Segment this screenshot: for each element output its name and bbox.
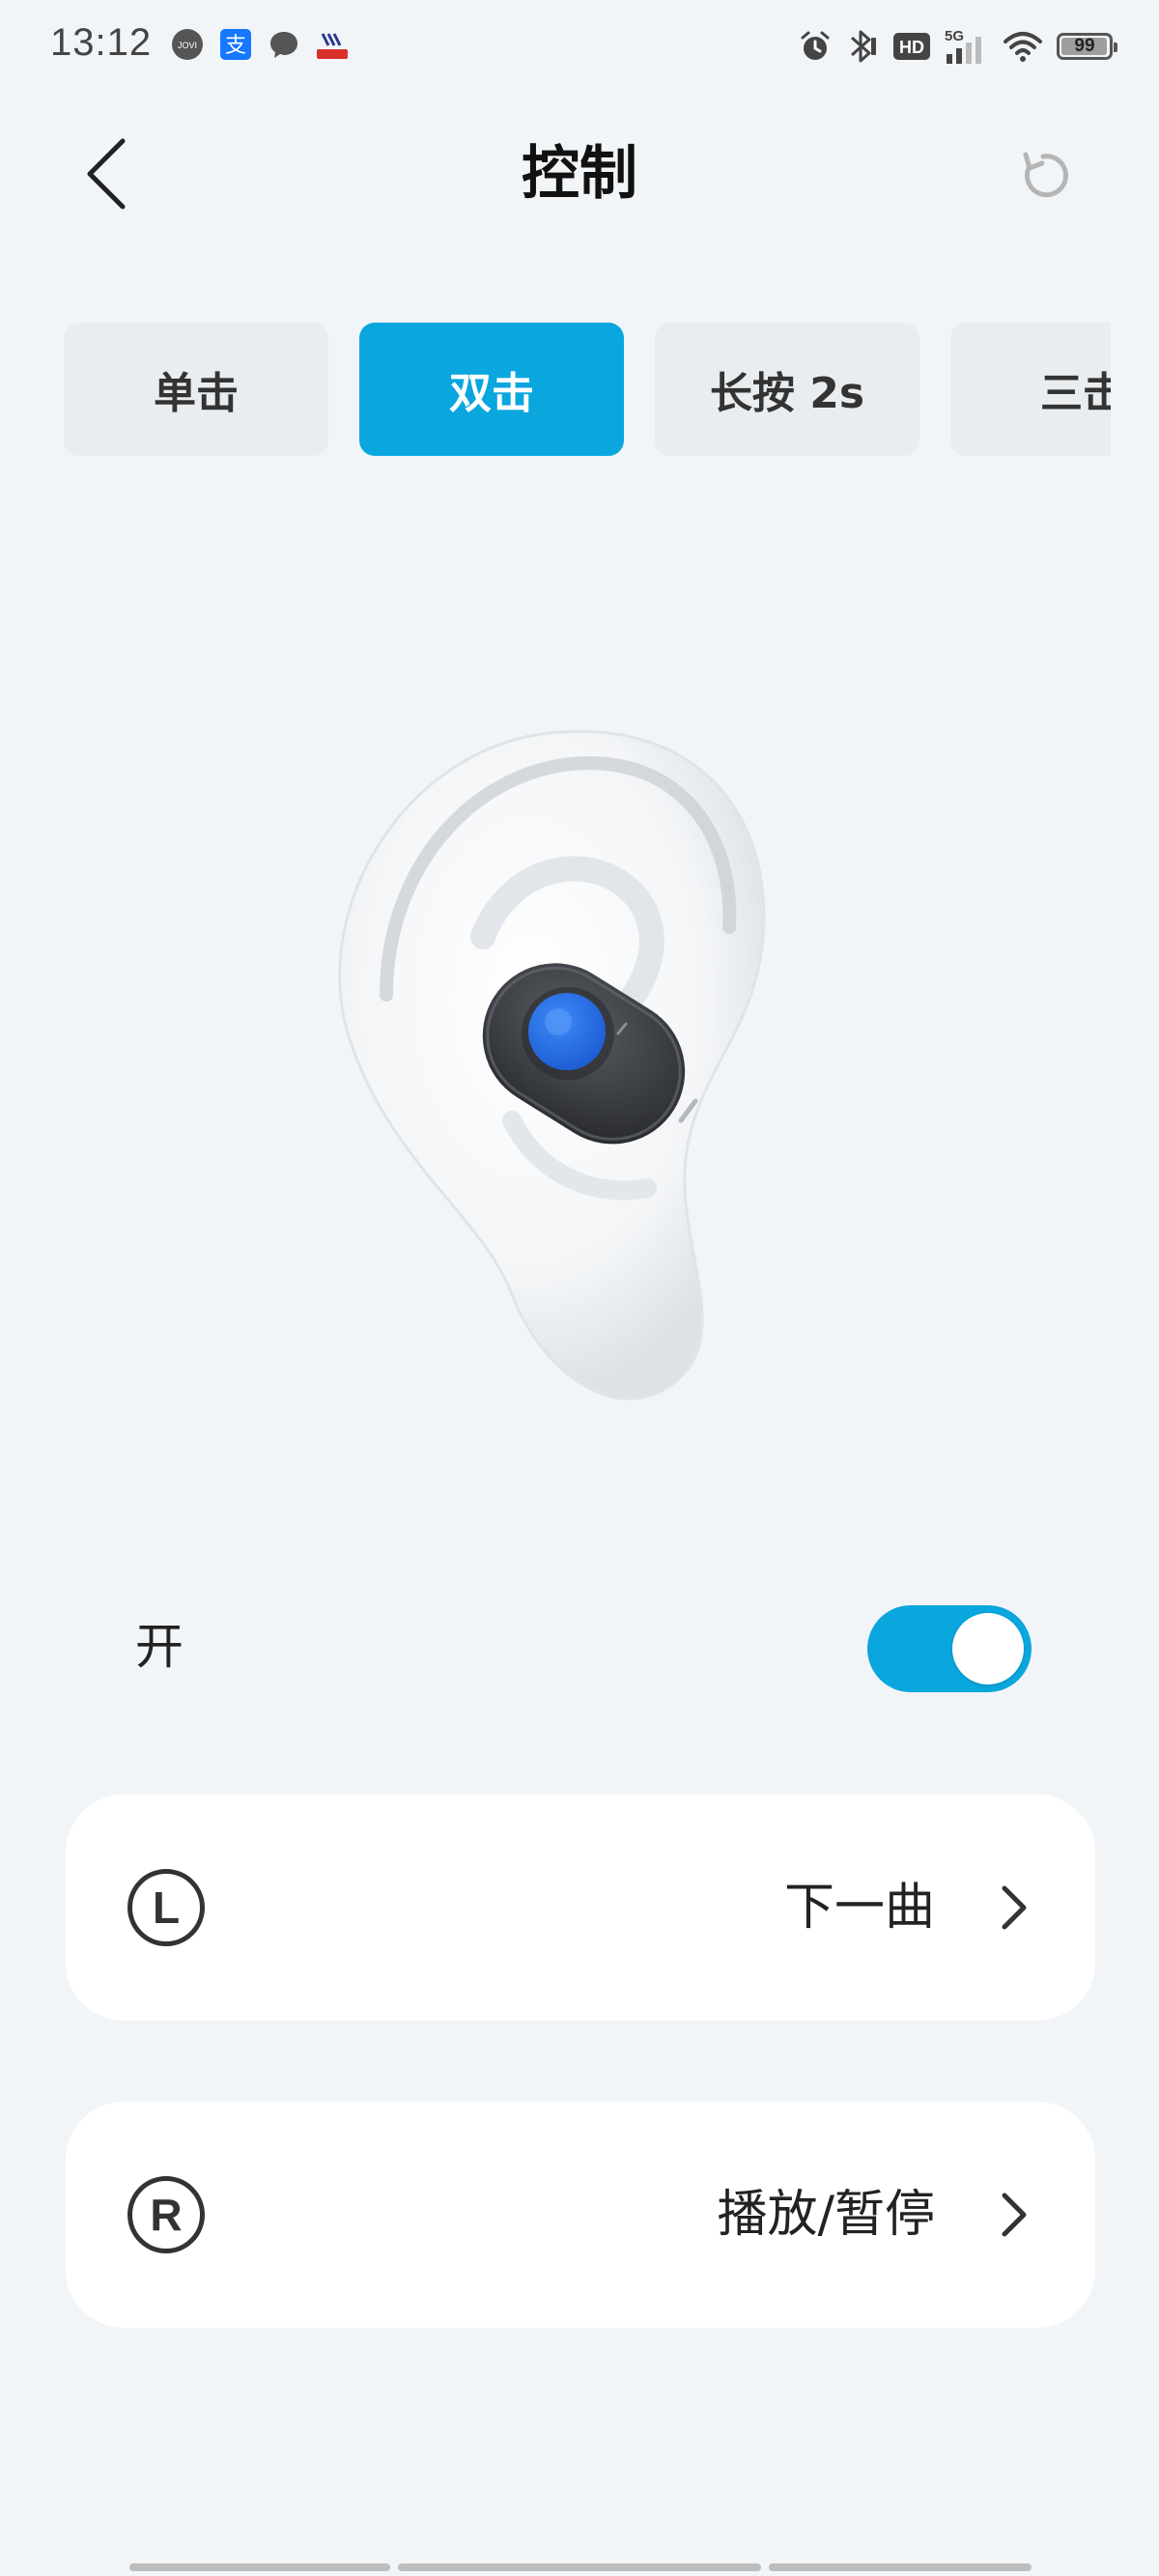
hd-icon: HD	[892, 31, 931, 62]
left-action-value: 下一曲	[783, 1879, 935, 1937]
enable-row: 开	[135, 1603, 1032, 1692]
gesture-segment	[129, 2563, 390, 2571]
toggle-knob	[952, 1613, 1024, 1684]
chevron-right-icon	[997, 1879, 1032, 1937]
alarm-icon	[798, 29, 833, 64]
svg-text:5G: 5G	[945, 28, 964, 44]
enable-toggle[interactable]	[867, 1605, 1032, 1692]
message-icon	[267, 27, 301, 62]
tab-1[interactable]: 单击	[64, 323, 328, 456]
svg-text:JOVI: JOVI	[178, 41, 197, 50]
status-right-icons: HD 5G 99	[798, 25, 1117, 68]
right-earbud-setting[interactable]: R 播放/暂停	[66, 2102, 1095, 2328]
svg-text:支: 支	[225, 34, 246, 58]
wifi-icon	[1003, 30, 1043, 63]
jovi-icon: JOVI	[170, 27, 205, 62]
gesture-tabs: 单击 双击 长按 2s 三击	[64, 323, 1111, 456]
header: 控制	[0, 116, 1159, 232]
reset-icon	[1023, 152, 1068, 198]
svg-text:HD: HD	[899, 38, 924, 57]
right-earbud-icon: R	[127, 2176, 205, 2253]
battery-icon: 99	[1057, 33, 1117, 60]
left-earbud-icon: L	[127, 1869, 205, 1946]
tab-3[interactable]: 长按 2s	[655, 323, 919, 456]
page-title: 控制	[522, 140, 637, 208]
tab-2[interactable]: 双击	[359, 323, 624, 456]
tab-4[interactable]: 三击	[950, 323, 1111, 456]
left-earbud-setting[interactable]: L 下一曲	[66, 1795, 1095, 2021]
right-action-value: 播放/暂停	[717, 2186, 935, 2244]
gesture-segment	[769, 2563, 1032, 2571]
earbud-illustration	[193, 618, 966, 1487]
battery-level: 99	[1074, 36, 1095, 56]
signal-5g-icon: 5G	[945, 27, 989, 66]
status-time: 13:12	[50, 21, 153, 64]
gesture-segment	[398, 2563, 761, 2571]
status-bar: 13:12 JOVI 支 HD 5G 99	[0, 0, 1159, 87]
reset-button[interactable]	[1012, 145, 1074, 207]
gesture-navigation-bar[interactable]	[129, 2563, 1032, 2571]
chevron-right-icon	[997, 2186, 1032, 2244]
alipay-icon: 支	[218, 27, 253, 62]
bluetooth-icon	[846, 28, 879, 65]
enable-label: 开	[135, 1619, 184, 1675]
bank-app-icon	[315, 27, 350, 62]
